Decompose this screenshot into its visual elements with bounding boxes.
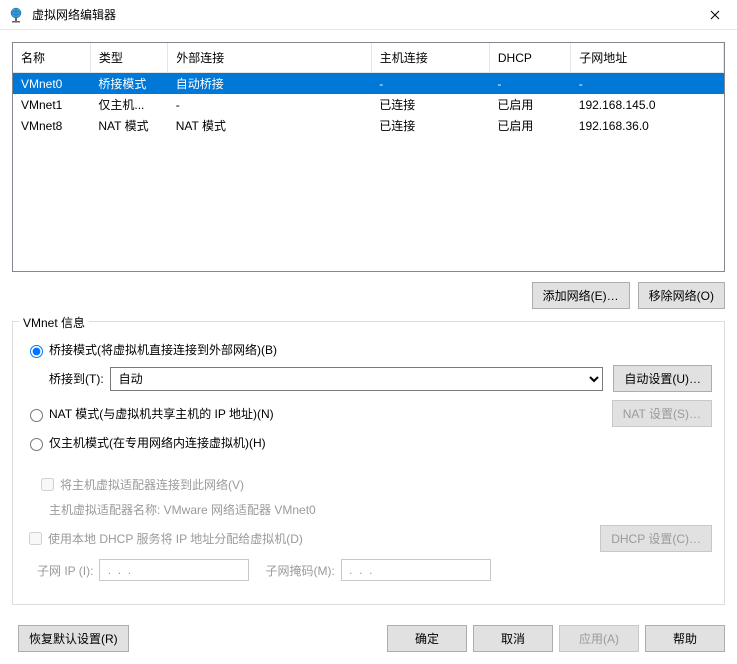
table-cell: 192.168.36.0 [571,115,724,136]
titlebar: 虚拟网络编辑器 [0,0,737,30]
vmnet-info-group: VMnet 信息 桥接模式(将虚拟机直接连接到外部网络)(B) 桥接到(T): … [12,321,725,605]
table-row[interactable]: VMnet0桥接模式自动桥接--- [13,73,724,95]
dhcp-checkbox [29,532,42,545]
add-network-button[interactable]: 添加网络(E)… [532,282,630,309]
table-cell: - [168,94,372,115]
table-cell: 已启用 [489,115,570,136]
group-legend: VMnet 信息 [19,314,89,331]
subnet-mask-label: 子网掩码(M): [265,562,334,579]
nat-radio[interactable] [30,409,43,422]
ok-button[interactable]: 确定 [387,625,467,652]
table-cell: 已启用 [489,94,570,115]
hostonly-label: 仅主机模式(在专用网络内连接虚拟机)(H) [49,434,266,451]
table-cell: - [489,73,570,95]
nat-settings-button: NAT 设置(S)… [612,400,712,427]
apply-button: 应用(A) [559,625,639,652]
content-area: 名称类型外部连接主机连接DHCP子网地址 VMnet0桥接模式自动桥接---VM… [0,30,737,617]
table-cell: 已连接 [371,94,489,115]
subnet-ip-label: 子网 IP (I): [37,562,93,579]
hostonly-radio[interactable] [30,438,43,451]
table-cell: VMnet8 [13,115,90,136]
table-row[interactable]: VMnet1仅主机...-已连接已启用192.168.145.0 [13,94,724,115]
restore-defaults-button[interactable]: 恢复默认设置(R) [18,625,129,652]
nat-label: NAT 模式(与虚拟机共享主机的 IP 地址)(N) [49,405,274,422]
network-table[interactable]: 名称类型外部连接主机连接DHCP子网地址 VMnet0桥接模式自动桥接---VM… [12,42,725,272]
table-cell: 192.168.145.0 [571,94,724,115]
column-header[interactable]: 外部连接 [168,43,372,73]
column-header[interactable]: 子网地址 [571,43,724,73]
column-header[interactable]: 主机连接 [371,43,489,73]
table-cell: 自动桥接 [168,73,372,95]
dhcp-settings-button: DHCP 设置(C)… [600,525,712,552]
adapter-name-text: 主机虚拟适配器名称: VMware 网络适配器 VMnet0 [49,501,316,518]
table-cell: 仅主机... [90,94,167,115]
table-cell: - [571,73,724,95]
table-cell: 已连接 [371,115,489,136]
table-cell: VMnet1 [13,94,90,115]
table-row[interactable]: VMnet8NAT 模式NAT 模式已连接已启用192.168.36.0 [13,115,724,136]
table-cell: NAT 模式 [90,115,167,136]
bridged-to-label: 桥接到(T): [49,370,104,387]
column-header[interactable]: DHCP [489,43,570,73]
table-cell: NAT 模式 [168,115,372,136]
table-cell: 桥接模式 [90,73,167,95]
window-title: 虚拟网络编辑器 [32,6,701,23]
table-cell: VMnet0 [13,73,90,95]
help-button[interactable]: 帮助 [645,625,725,652]
column-header[interactable]: 类型 [90,43,167,73]
cancel-button[interactable]: 取消 [473,625,553,652]
app-icon [8,7,24,23]
dhcp-label: 使用本地 DHCP 服务将 IP 地址分配给虚拟机(D) [48,530,303,547]
connect-adapter-checkbox [41,478,54,491]
close-icon[interactable] [701,5,729,25]
connect-adapter-label: 将主机虚拟适配器连接到此网络(V) [60,476,244,493]
bridged-radio[interactable] [30,345,43,358]
remove-network-button[interactable]: 移除网络(O) [638,282,725,309]
column-header[interactable]: 名称 [13,43,90,73]
subnet-mask-input [341,559,491,581]
auto-settings-button[interactable]: 自动设置(U)… [613,365,712,392]
bridged-label: 桥接模式(将虚拟机直接连接到外部网络)(B) [49,341,277,358]
subnet-ip-input [99,559,249,581]
bridged-to-select[interactable]: 自动 [110,367,604,391]
bottom-button-bar: 恢复默认设置(R) 确定 取消 应用(A) 帮助 [12,625,725,652]
table-cell: - [371,73,489,95]
